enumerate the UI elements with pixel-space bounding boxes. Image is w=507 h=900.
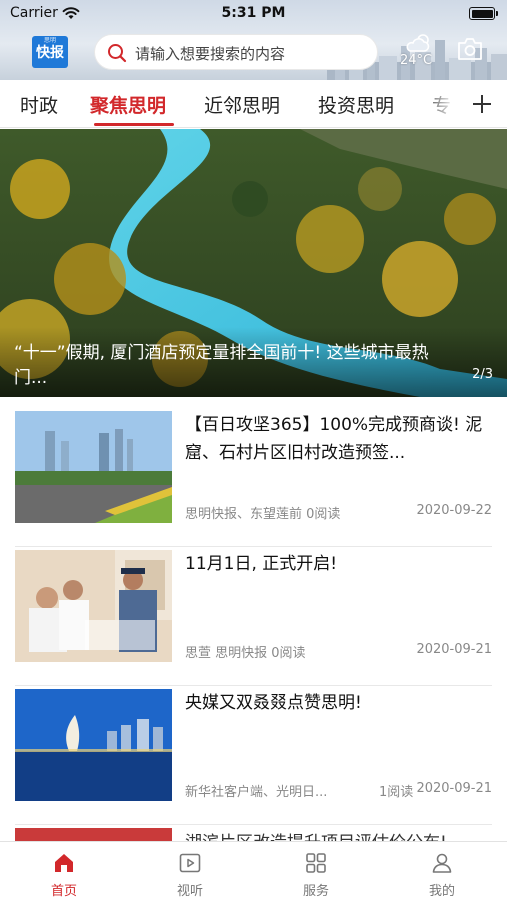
news-meta: 思明快报、东望莲前 0阅读 (185, 507, 341, 522)
news-title: 【百日攻坚365】100%完成预商谈! 泥窟、石村片区旧村改造预签... (185, 415, 483, 463)
user-icon (432, 853, 452, 873)
cloudy-sun-icon (406, 34, 430, 52)
channel-tabs: 时政 聚焦思明 近邻思明 投资思明 专 (0, 80, 507, 128)
news-thumbnail (15, 828, 172, 842)
nav-home[interactable]: 首页 (1, 842, 127, 900)
nav-video-label: 视听 (176, 884, 203, 899)
banner-caption[interactable]: “十一”假期, 厦门酒店预定量排全国前十! 这些城市最热门... (14, 341, 454, 391)
news-date: 2020-09-21 (416, 781, 492, 796)
plus-icon[interactable] (470, 92, 494, 116)
nav-profile-label: 我的 (428, 884, 455, 899)
logo-text: 快报 (36, 45, 64, 61)
tab-invest-siming[interactable]: 投资思明 (318, 91, 394, 118)
bottom-navigation: 首页 视听 服务 我的 (0, 841, 507, 900)
nav-video[interactable]: 视听 (127, 842, 253, 900)
nav-home-label: 首页 (50, 884, 77, 899)
weather-temperature: 24°C (400, 53, 433, 68)
news-meta: 思萱 思明快报 0阅读 (185, 646, 306, 661)
news-thumbnail (15, 411, 172, 523)
active-tab-indicator (94, 123, 174, 126)
nav-services-label: 服务 (302, 884, 329, 899)
list-divider (15, 824, 492, 825)
grid-services-icon (306, 853, 326, 873)
news-title: 湖滨片区改造提升项目评估价公布! (185, 828, 447, 842)
news-item-partial[interactable]: 湖滨片区改造提升项目评估价公布! (15, 828, 492, 842)
news-date: 2020-09-22 (416, 503, 492, 518)
list-divider (15, 546, 492, 547)
news-read-count: 1阅读 (379, 785, 414, 800)
nav-services[interactable]: 服务 (253, 842, 379, 900)
news-title: 11月1日, 正式开启! (185, 554, 338, 574)
logo-small-text: 思明 (43, 37, 56, 44)
tab-neighbor-siming[interactable]: 近邻思明 (204, 91, 280, 118)
tab-shizheng[interactable]: 时政 (20, 91, 58, 118)
news-thumbnail (15, 689, 172, 801)
tabs-fade-overlay (420, 80, 470, 127)
home-icon (55, 854, 73, 872)
top-header: Carrier 5:31 PM 思明 快报 请输入想要搜索的内容 24°C (0, 0, 507, 80)
news-title: 央媒又双叒叕点赞思明! (185, 693, 362, 713)
camera-icon[interactable] (456, 36, 484, 62)
news-item[interactable]: 11月1日, 正式开启! 思萱 思明快报 0阅读 2020-09-21 (15, 550, 492, 686)
news-date: 2020-09-21 (416, 642, 492, 657)
banner-carousel[interactable]: “十一”假期, 厦门酒店预定量排全国前十! 这些城市最热门... 2/3 (0, 129, 507, 397)
search-input[interactable]: 请输入想要搜索的内容 (94, 34, 378, 70)
video-play-icon (179, 853, 201, 873)
news-meta: 新华社客户端、光明日... (185, 785, 328, 800)
news-item[interactable]: 央媒又双叒叕点赞思明! 新华社客户端、光明日... 1阅读 2020-09-21 (15, 689, 492, 825)
battery-icon (469, 7, 498, 20)
search-icon (108, 44, 127, 63)
clock: 5:31 PM (221, 5, 286, 21)
search-placeholder: 请输入想要搜索的内容 (135, 45, 286, 63)
list-divider (15, 685, 492, 686)
banner-page-counter: 2/3 (472, 367, 493, 382)
tab-focus-siming[interactable]: 聚焦思明 (90, 91, 166, 118)
news-item[interactable]: 【百日攻坚365】100%完成预商谈! 泥窟、石村片区旧村改造预签... 思明快… (15, 411, 492, 547)
nav-profile[interactable]: 我的 (379, 842, 505, 900)
status-bar: Carrier 5:31 PM (0, 0, 507, 28)
app-logo[interactable]: 思明 快报 (32, 36, 68, 68)
news-thumbnail (15, 550, 172, 662)
